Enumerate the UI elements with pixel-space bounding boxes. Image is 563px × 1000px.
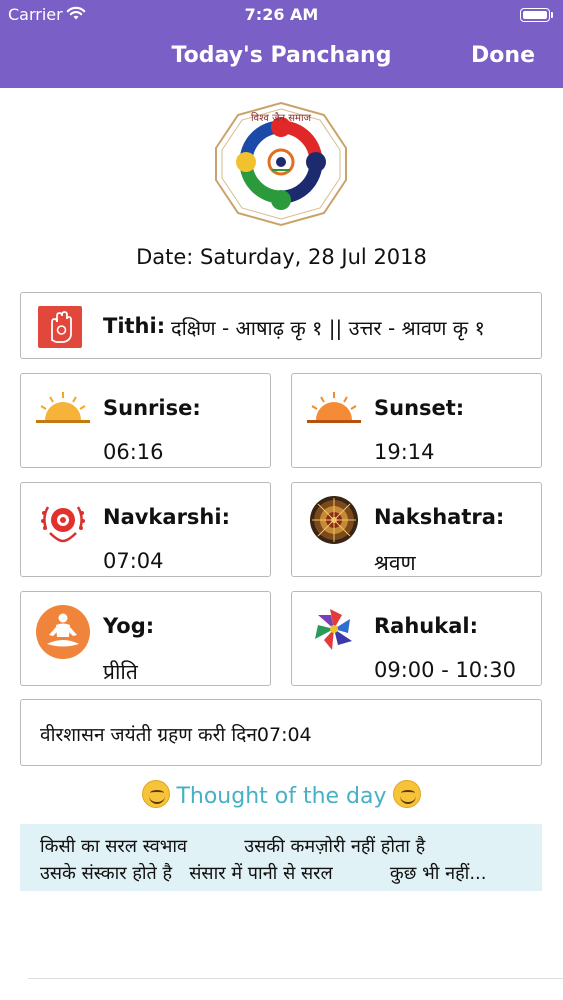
- navkarshi-card: Navkarshi: 07:04: [20, 482, 271, 577]
- sunrise-icon: [34, 386, 92, 436]
- thought-line-1: किसी का सरल स्वभाव उसकी कमज़ोरी नहीं होत…: [40, 836, 426, 857]
- navkarshi-emblem-icon: [34, 495, 92, 545]
- yog-label: Yog:: [103, 614, 155, 638]
- nakshatra-value: श्रवण: [374, 551, 416, 575]
- nakshatra-label: Nakshatra:: [374, 505, 505, 529]
- thought-line-2: उसके संस्कार होते है संसार में पानी से स…: [40, 863, 487, 884]
- done-button[interactable]: Done: [471, 43, 535, 68]
- thought-quote-box: किसी का सरल स्वभाव उसकी कमज़ोरी नहीं होत…: [20, 824, 542, 891]
- tithi-label: Tithi:: [103, 314, 166, 338]
- sunset-icon: [305, 386, 363, 436]
- pinwheel-icon: [305, 604, 363, 654]
- tithi-card: Tithi: दक्षिण - आषाढ़ कृ १ || उत्तर - श्…: [20, 292, 542, 359]
- panchang-date: Date: Saturday, 28 Jul 2018: [136, 245, 427, 269]
- battery-icon: [520, 8, 553, 22]
- sunset-value: 19:14: [374, 440, 435, 464]
- navigation-bar: Carrier 7:26 AM Today's Panchang Done: [0, 0, 563, 88]
- thought-heading: Thought of the day: [0, 780, 563, 809]
- yog-card: Yog: प्रीति: [20, 591, 271, 686]
- nakshatra-wheel-icon: [305, 495, 363, 545]
- navkarshi-label: Navkarshi:: [103, 505, 230, 529]
- sunrise-card: Sunrise: 06:16: [20, 373, 271, 468]
- rahukal-label: Rahukal:: [374, 614, 478, 638]
- vishwa-jain-samaj-logo: विश्व जैन समाज: [212, 100, 350, 228]
- status-bar: Carrier 7:26 AM: [0, 0, 563, 30]
- yog-value: प्रीति: [103, 660, 138, 684]
- divider: [28, 978, 563, 979]
- tithi-value: दक्षिण - आषाढ़ कृ १ || उत्तर - श्रावण कृ…: [171, 316, 485, 340]
- event-card: वीरशासन जयंती ग्रहण करी दिन07:04: [20, 699, 542, 766]
- meditation-icon: [34, 604, 92, 659]
- sunset-card: Sunset: 19:14: [291, 373, 542, 468]
- sunset-label: Sunset:: [374, 396, 465, 420]
- nakshatra-card: Nakshatra: श्रवण: [291, 482, 542, 577]
- status-time: 7:26 AM: [244, 5, 319, 24]
- svg-text:विश्व जैन समाज: विश्व जैन समाज: [251, 112, 312, 124]
- sunrise-label: Sunrise:: [103, 396, 201, 420]
- sunrise-value: 06:16: [103, 440, 164, 464]
- smiley-icon: [392, 780, 421, 808]
- rahukal-card: Rahukal: 09:00 - 10:30: [291, 591, 542, 686]
- smiley-icon: [142, 780, 171, 808]
- thought-title: Thought of the day: [176, 784, 387, 809]
- jain-hand-icon: [38, 306, 82, 348]
- rahukal-value: 09:00 - 10:30: [374, 658, 516, 682]
- event-text: वीरशासन जयंती ग्रहण करी दिन07:04: [40, 724, 312, 746]
- navkarshi-value: 07:04: [103, 549, 164, 573]
